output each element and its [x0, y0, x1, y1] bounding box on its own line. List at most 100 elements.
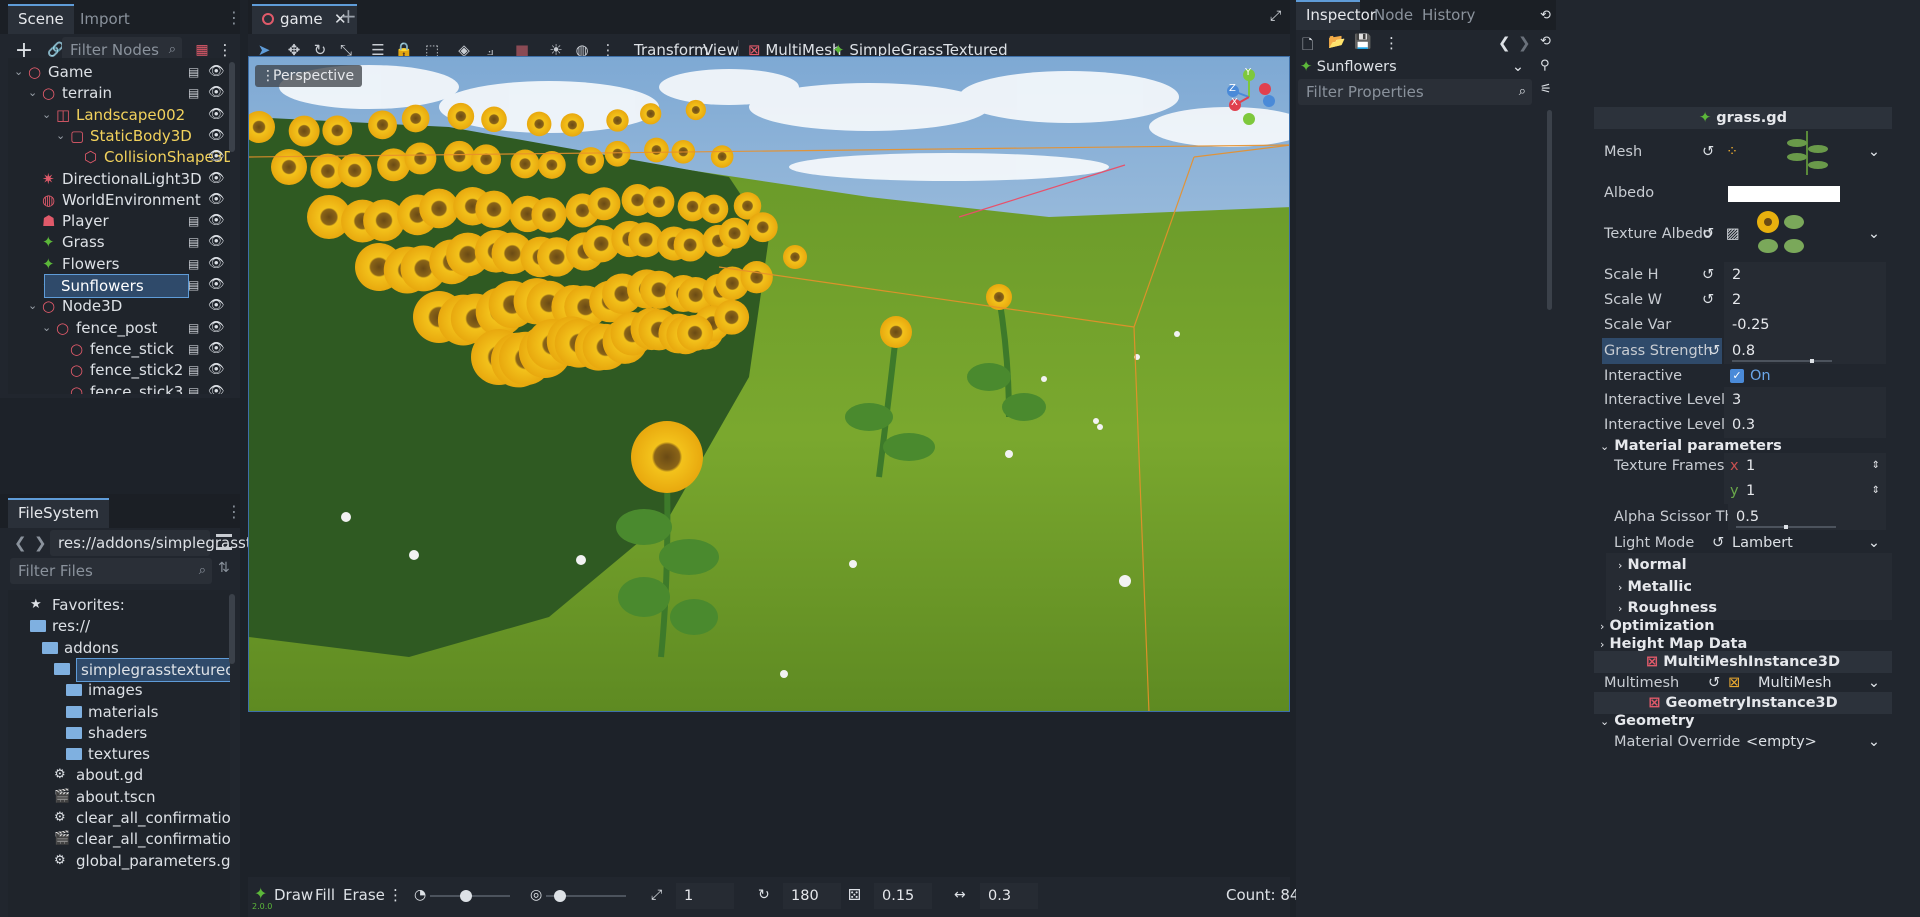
tab-history[interactable]: History	[1412, 0, 1485, 30]
sunflower-head	[685, 99, 706, 121]
tab-import[interactable]: Import	[70, 4, 140, 34]
scale-var-field[interactable]: -0.25	[1724, 312, 1886, 338]
tab-inspector[interactable]: Inspector	[1296, 0, 1376, 30]
history-back-icon[interactable]: ❮	[1498, 34, 1511, 52]
rotation-spinbox[interactable]: 180	[783, 883, 841, 909]
fill-button[interactable]: Fill	[315, 877, 335, 913]
mesh-type-icon: ⁘	[1726, 144, 1739, 160]
sunflower-head	[719, 217, 751, 249]
scene-tree-scrollbar[interactable]	[229, 62, 235, 152]
scene-tree: ⌄ ○ Game 👁 ▤ ⌄ ○ terrain 👁 ▤ ⌄ ◫ Landscape002 👁 ⌄ ▢ Stat…	[8, 58, 230, 394]
scene-tree-row[interactable]: ○ fence_stick3 👁 ▤	[8, 379, 230, 395]
mesh-preview[interactable]	[1752, 129, 1862, 175]
stepper-icon[interactable]: ⇕	[1872, 478, 1880, 504]
resource-menu-icon[interactable]: ⋮	[1384, 34, 1399, 52]
perspective-button[interactable]: ⋮ Perspective	[255, 65, 363, 87]
prop-albedo: Albedo	[1594, 178, 1892, 208]
albedo-color-swatch[interactable]	[1728, 186, 1840, 202]
sunflower-head	[368, 110, 397, 140]
sunflower-head	[673, 228, 707, 262]
texture-preview[interactable]	[1754, 210, 1810, 258]
back-icon[interactable]: ❮	[14, 534, 27, 552]
texture-frames-y-field[interactable]: y 1 ⇕	[1724, 478, 1886, 504]
sunflower-head	[587, 187, 621, 221]
expand-icon: ⤢	[651, 887, 663, 903]
sunflower-head	[337, 153, 372, 188]
filter-scene-icon[interactable]: ▦	[192, 40, 212, 60]
inspector-menu-icon[interactable]: ⟲	[1540, 8, 1551, 23]
interactive-checkbox[interactable]: ✓	[1730, 369, 1744, 383]
sunflower-head	[740, 261, 773, 294]
texture-type-icon: ▨	[1726, 226, 1740, 242]
filter-nodes-placeholder: Filter Nodes	[70, 41, 159, 59]
erase-button[interactable]: Erase	[343, 877, 385, 913]
search-icon: ⌕	[1518, 84, 1526, 99]
gear-icon: ⚙	[54, 852, 66, 868]
sunflower-head	[644, 137, 669, 163]
filesystem-menu-icon[interactable]: ⋮	[226, 502, 242, 521]
gizmo-x-label: X	[1231, 97, 1238, 108]
sunflower-head	[481, 106, 507, 133]
scale-random-spinbox[interactable]: 0.15	[874, 883, 932, 909]
forward-icon[interactable]: ❯	[34, 534, 47, 552]
filter-options-icon[interactable]: ⚟	[1540, 82, 1552, 97]
sunflower-head	[640, 103, 662, 125]
rotation-icon: ↻	[758, 887, 770, 903]
chevron-right-icon: ›	[1618, 581, 1623, 594]
save-resource-icon[interactable]: 💾	[1354, 34, 1371, 50]
section-height-map-label: Height Map Data	[1609, 636, 1748, 652]
node-selector[interactable]: ✦ Sunflowers ⌄	[1300, 56, 1530, 78]
distance-spinbox[interactable]: 0.3	[980, 883, 1038, 909]
sunflower-head	[747, 212, 778, 243]
revert-icon[interactable]: ↺	[1702, 127, 1714, 177]
sort-icon[interactable]: ⇅	[218, 560, 230, 576]
viewport-scene	[249, 57, 1289, 711]
distraction-free-icon[interactable]: ⤢	[1270, 8, 1281, 24]
version-label: 2.0.0	[252, 902, 273, 911]
radius-slider-grabber[interactable]	[460, 890, 472, 902]
add-node-icon[interactable]: +	[14, 38, 34, 63]
scene-options-icon[interactable]: ⋮	[218, 40, 233, 60]
density-spinbox[interactable]: 1	[676, 883, 734, 909]
chevron-down-icon[interactable]: ⌄	[1868, 727, 1880, 757]
3d-viewport[interactable]: ⋮ Perspective Y Z X	[248, 56, 1290, 712]
split-view-icon[interactable]	[216, 534, 232, 550]
filesystem-dock: FileSystem ⋮ ❮ ❯ res://addons/simplegras…	[0, 494, 275, 917]
file-tree-scrollbar[interactable]	[229, 594, 235, 664]
new-resource-icon[interactable]: 🗋	[1302, 34, 1313, 58]
strength-slider-grabber[interactable]	[554, 890, 566, 902]
history-forward-icon[interactable]: ❯	[1518, 34, 1531, 52]
revert-icon[interactable]: ↺	[1702, 208, 1714, 260]
script-icon[interactable]: ▤	[188, 379, 199, 395]
group-normal[interactable]: › Normal	[1606, 553, 1892, 577]
tab-scene[interactable]: Scene	[8, 4, 74, 34]
material-override-value[interactable]: <empty>	[1746, 727, 1817, 757]
filter-properties-input[interactable]: Filter Properties ⌕	[1298, 79, 1532, 105]
more-icon[interactable]: ⋮	[388, 877, 403, 913]
chevron-down-icon[interactable]: ⌄	[1868, 127, 1880, 177]
tab-filesystem[interactable]: FileSystem	[8, 498, 110, 528]
filter-files-input[interactable]: Filter Files ⌕	[10, 558, 212, 584]
scene-dock-menu-icon[interactable]: ⋮	[226, 8, 242, 27]
sunflower-head	[714, 299, 750, 335]
path-field[interactable]: res://addons/simplegrasstext	[50, 530, 275, 556]
orientation-gizmo[interactable]: Y Z X	[1219, 67, 1285, 133]
chevron-down-icon: ⌄	[1511, 59, 1524, 75]
new-tab-icon[interactable]: +	[340, 4, 357, 28]
object-history-icon[interactable]: ⟲	[1540, 34, 1551, 49]
strength-slider[interactable]	[546, 890, 626, 902]
file-tree-row[interactable]: ⚙ global_parameters.gd	[22, 848, 230, 874]
chevron-down-icon[interactable]: ⌄	[1868, 208, 1880, 260]
node-settings-icon[interactable]: ⚲	[1540, 58, 1550, 73]
visibility-eye-icon[interactable]: 👁	[208, 379, 225, 395]
group-metallic-label: Metallic	[1627, 579, 1692, 595]
prop-texture-albedo: Texture Albedo ↺ ▨ ⌄	[1594, 208, 1892, 260]
density-icon: ◎	[530, 887, 543, 903]
draw-button[interactable]: Draw	[274, 877, 313, 913]
inspector-scrollbar[interactable]	[1547, 110, 1552, 310]
radius-slider[interactable]	[430, 890, 510, 902]
perspective-label: Perspective	[273, 68, 355, 84]
viewport-menu-icon: ⋮	[261, 68, 275, 84]
open-resource-icon[interactable]: 📂	[1328, 34, 1345, 50]
sunflower-head	[577, 147, 605, 174]
